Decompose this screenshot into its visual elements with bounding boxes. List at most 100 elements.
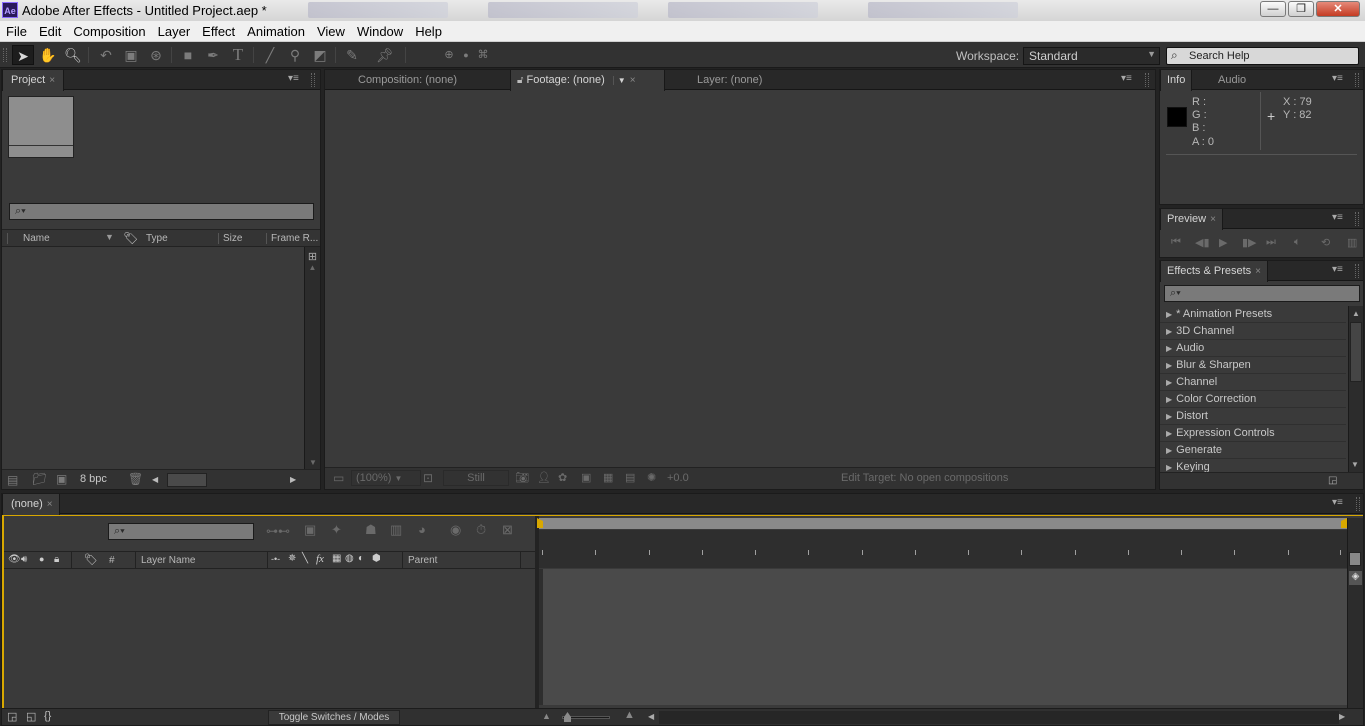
list-item[interactable]: ▶ Keying xyxy=(1160,459,1346,472)
motion-blur-switch-icon[interactable]: ◍ xyxy=(345,553,354,564)
solo-icon[interactable]: ● xyxy=(39,554,44,564)
live-update-icon[interactable]: ▣ xyxy=(304,522,316,538)
panel-grip[interactable] xyxy=(1355,212,1359,226)
ram-preview-icon[interactable]: ▥ xyxy=(1347,236,1357,249)
panel-menu-icon[interactable]: ▾≡ xyxy=(288,73,299,84)
puppet-pin-tool-icon[interactable]: 📌︎ xyxy=(374,45,396,65)
zoom-dropdown[interactable]: (100%) ▼ xyxy=(351,470,421,486)
panel-menu-icon[interactable]: ▾≡ xyxy=(1332,264,1343,275)
scroll-thumb[interactable] xyxy=(1350,322,1362,382)
scroll-down-icon[interactable]: ▼ xyxy=(309,458,317,467)
scroll-left-icon[interactable]: ◀ xyxy=(152,475,158,484)
viewer-canvas[interactable] xyxy=(325,91,1155,466)
collapse-switch-icon[interactable]: ✵ xyxy=(288,553,296,564)
tab-project[interactable]: Project × xyxy=(2,70,65,91)
close-icon[interactable]: × xyxy=(1210,214,1216,225)
camera-tool-icon[interactable]: ▣ xyxy=(120,45,142,65)
tab-composition[interactable]: Composition: (none) xyxy=(350,70,507,90)
panel-menu-icon[interactable]: ▾≡ xyxy=(1332,497,1343,508)
clone-stamp-tool-icon[interactable]: ⚲ xyxy=(284,45,306,65)
tab-audio[interactable]: Audio xyxy=(1210,70,1254,90)
expand-triangle-icon[interactable]: ▶ xyxy=(1166,412,1172,421)
transparency-grid-icon[interactable]: ▦ xyxy=(603,471,613,484)
timeline-zoom-handle[interactable] xyxy=(564,712,571,722)
panel-grip[interactable] xyxy=(311,73,315,87)
close-icon[interactable]: × xyxy=(1255,266,1261,277)
horizontal-scroll-thumb[interactable] xyxy=(167,473,207,487)
toggle-switches-modes-button[interactable]: Toggle Switches / Modes xyxy=(268,710,400,725)
expand-triangle-icon[interactable]: ▶ xyxy=(1166,429,1172,438)
tab-preview[interactable]: Preview × xyxy=(1160,209,1223,230)
zoom-tool-icon[interactable]: 🔍︎ xyxy=(62,45,84,65)
column-frame-rate[interactable]: Frame R... xyxy=(271,233,318,244)
close-window-button[interactable]: ✕ xyxy=(1316,1,1360,17)
3d-layer-icon[interactable]: ⬢ xyxy=(372,553,381,564)
label-tag-icon[interactable]: 🏷︎ xyxy=(84,553,98,566)
brainstorm-icon[interactable]: ◉ xyxy=(450,522,461,538)
timeline-hscroll-track[interactable] xyxy=(659,711,1339,724)
eye-icon[interactable]: 👁︎ xyxy=(8,554,21,565)
region-of-interest-icon[interactable]: ▣ xyxy=(581,471,591,484)
menu-composition[interactable]: Composition xyxy=(67,21,151,42)
frame-blend-switch-icon[interactable]: ▦ xyxy=(332,553,341,564)
new-preset-icon[interactable]: ◲ xyxy=(1328,475,1337,486)
zoom-out-icon[interactable] xyxy=(1349,552,1361,566)
panel-grip[interactable] xyxy=(1355,264,1359,278)
play-icon[interactable]: ▶ xyxy=(1219,236,1227,249)
close-icon[interactable]: × xyxy=(47,499,53,510)
motion-blur-icon[interactable]: ◕ xyxy=(418,522,426,537)
sort-arrow-icon[interactable]: ▼ xyxy=(105,232,114,242)
frame-blending-icon[interactable]: ▥ xyxy=(390,522,402,538)
effects-search-input[interactable]: ⌕▾ xyxy=(1164,285,1360,302)
label-tag-icon[interactable]: 🏷︎ xyxy=(123,231,138,245)
timeline-search-input[interactable]: ⌕▾ xyxy=(108,523,254,540)
shy-layers-icon[interactable]: ☗ xyxy=(365,522,377,538)
column-layer-name[interactable]: Layer Name xyxy=(141,555,195,566)
expand-triangle-icon[interactable]: ▶ xyxy=(1166,395,1172,404)
timeline-graph-area[interactable] xyxy=(539,569,1347,705)
project-search-input[interactable]: ⌕▾ xyxy=(9,203,314,220)
list-item[interactable]: ▶ Generate xyxy=(1160,442,1346,459)
expand-triangle-icon[interactable]: ▶ xyxy=(1166,378,1172,387)
minimize-button[interactable]: — xyxy=(1260,1,1286,17)
roto-brush-tool-icon[interactable]: ✎ xyxy=(341,45,363,65)
scroll-left-icon[interactable]: ◀ xyxy=(648,712,654,721)
exposure-value[interactable]: +0.0 xyxy=(667,472,689,484)
safe-margins-icon[interactable]: ⊡ xyxy=(423,471,433,485)
panel-grip[interactable] xyxy=(1145,73,1149,87)
expand-triangle-icon[interactable]: ▶ xyxy=(1166,310,1172,319)
brush-tool-icon[interactable]: ╱ xyxy=(259,45,281,65)
quality-switch-icon[interactable]: ╲ xyxy=(302,553,308,564)
always-preview-icon[interactable]: ▭ xyxy=(333,471,344,485)
exposure-icon[interactable]: ✺ xyxy=(647,471,656,484)
menu-help[interactable]: Help xyxy=(409,21,448,42)
rotation-tool-icon[interactable]: ↶ xyxy=(95,45,117,65)
chevron-down-icon[interactable]: ▼ xyxy=(612,76,626,85)
workspace-dropdown[interactable]: Standard ▼ xyxy=(1023,47,1160,65)
scroll-down-icon[interactable]: ▼ xyxy=(1351,460,1359,469)
tab-footage[interactable]: 🔓︎ Footage: (none) ▼ × xyxy=(510,70,665,91)
list-item[interactable]: ▶ * Animation Presets xyxy=(1160,306,1346,323)
last-frame-icon[interactable]: ⏭ xyxy=(1266,236,1276,249)
eraser-tool-icon[interactable]: ◩ xyxy=(309,45,331,65)
expand-triangle-icon[interactable]: ▶ xyxy=(1166,361,1172,370)
expand-triangle-icon[interactable]: ▶ xyxy=(1166,463,1172,472)
view-axis-icon[interactable]: ⌘ xyxy=(472,45,494,65)
expand-triangle-icon[interactable]: ▶ xyxy=(1166,446,1172,455)
selection-tool-icon[interactable]: ➤ xyxy=(12,45,34,65)
zoom-in-mountain-icon[interactable]: ▲ xyxy=(624,709,635,721)
panel-menu-icon[interactable]: ▾≡ xyxy=(1332,212,1343,223)
tab-timeline-none[interactable]: (none) × xyxy=(2,494,60,515)
new-folder-icon[interactable]: 📁︎ xyxy=(32,472,47,486)
column-parent[interactable]: Parent xyxy=(408,555,437,566)
list-item[interactable]: ▶ 3D Channel xyxy=(1160,323,1346,340)
trash-icon[interactable]: 🗑︎ xyxy=(128,472,143,486)
new-composition-icon[interactable]: ▣ xyxy=(56,472,67,486)
project-scrollbar[interactable]: ⊞ ▲ ▼ xyxy=(304,247,320,469)
loop-icon[interactable]: ⟲ xyxy=(1321,236,1330,249)
graph-editor-icon[interactable]: ⊠ xyxy=(502,522,513,538)
layer-switches-icon[interactable]: ◲ xyxy=(7,710,17,723)
speaker-icon[interactable]: 🔊︎ xyxy=(21,554,27,565)
flowchart-icon[interactable]: ⊞ xyxy=(305,250,320,263)
in-out-panes-icon[interactable]: {} xyxy=(44,710,51,722)
